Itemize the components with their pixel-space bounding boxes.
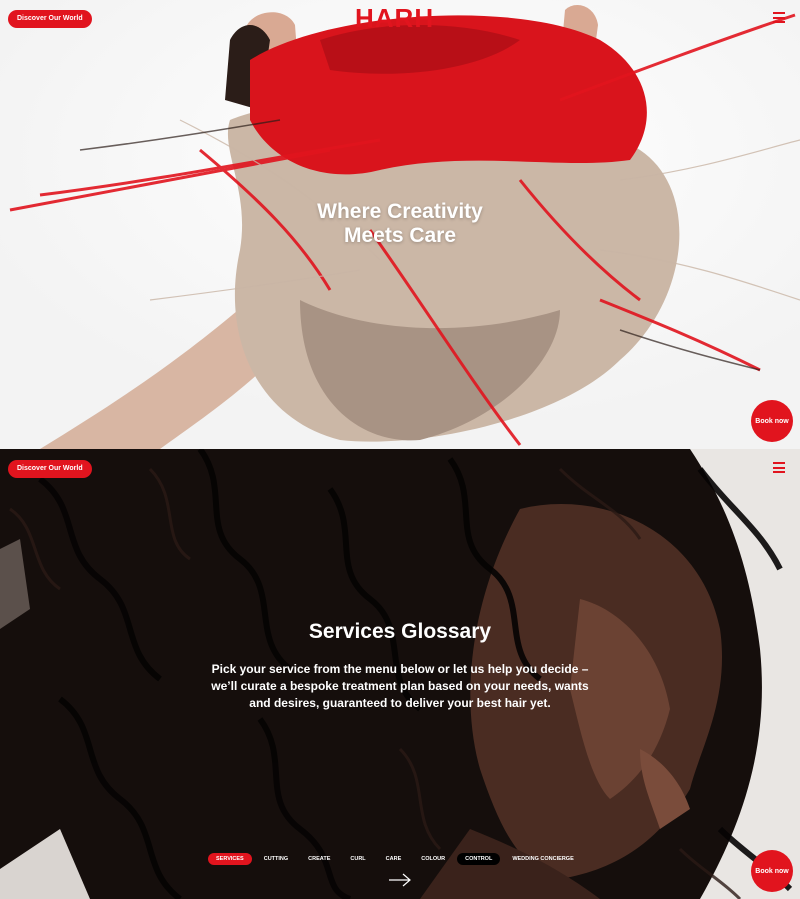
tab-create[interactable]: CREATE [300, 853, 338, 865]
services-title: Services Glossary [308, 620, 492, 643]
book-now-button[interactable]: Book now [751, 400, 793, 442]
tab-cutting[interactable]: CUTTING [256, 853, 296, 865]
tab-curl[interactable]: CURL [342, 853, 373, 865]
discover-our-world-button[interactable]: Discover Our World [8, 10, 92, 28]
arrow-right-icon[interactable] [388, 873, 412, 887]
tab-services[interactable]: SERVICES [208, 853, 252, 865]
tab-care[interactable]: CARE [378, 853, 410, 865]
book-now-button[interactable]: Book now [751, 850, 793, 892]
tab-wedding-concierge[interactable]: WEDDING CONCIERGE [504, 853, 581, 865]
services-tabs: SERVICES CUTTING CREATE CURL CARE COLOUR… [208, 853, 582, 865]
brand-logo[interactable]: HARH [355, 3, 434, 33]
services-section: Discover Our World Services Glossary Pic… [0, 449, 800, 899]
hero-section: Discover Our World HARH Where Creativity… [0, 0, 800, 449]
discover-our-world-button[interactable]: Discover Our World [8, 460, 92, 478]
services-description: Pick your service from the menu below or… [211, 662, 589, 710]
tab-colour[interactable]: COLOUR [413, 853, 453, 865]
hamburger-icon[interactable] [773, 462, 785, 473]
hamburger-icon[interactable] [773, 12, 785, 23]
tab-control[interactable]: CONTROL [457, 853, 501, 865]
hero-title: Where Creativity Meets Care [317, 200, 483, 247]
